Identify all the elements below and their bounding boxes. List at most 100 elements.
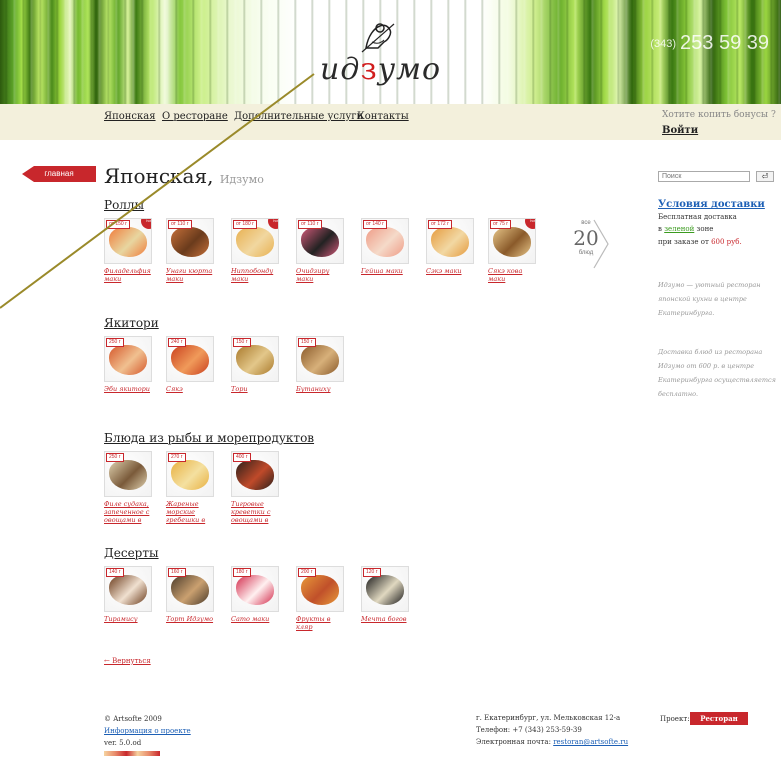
nav-bar: Японская О ресторане Дополнительные услу… xyxy=(0,104,781,140)
dish-photo[interactable]: от 140 г xyxy=(361,218,409,264)
dish-name-link[interactable]: Филе судака, запеченное с овощами в xyxy=(104,500,152,524)
dish-card[interactable]: 250 г Эби якитори xyxy=(104,336,152,393)
dish-name-link[interactable]: Жареные морские гребешки в xyxy=(166,500,214,524)
dish-card[interactable]: от 150 г hot Филадельфия маки xyxy=(104,218,152,283)
delivery-line-3: при заказе от 600 руб. xyxy=(658,238,742,246)
delivery-l2-pre: в xyxy=(658,225,662,233)
section-title[interactable]: Блюда из рыбы и морепродуктов xyxy=(104,431,318,445)
dish-card[interactable]: от 140 г Гейша маки xyxy=(361,218,409,275)
dish-weight: 140 г xyxy=(106,568,124,577)
green-zone-link[interactable]: зеленой xyxy=(664,225,694,233)
dish-name-link[interactable]: Тирамису xyxy=(104,615,152,623)
dish-food-image xyxy=(236,345,274,375)
dish-name-link[interactable]: Бутаниху xyxy=(296,385,344,393)
email-link[interactable]: restoran@artsofte.ru xyxy=(553,738,628,746)
dish-food-image xyxy=(301,227,339,257)
dish-weight: 160 г xyxy=(168,568,186,577)
dish-name-link[interactable]: Сэкэ маки xyxy=(426,267,474,275)
section-title[interactable]: Якитори xyxy=(104,316,163,330)
dish-card[interactable]: 120 г Мечта богов xyxy=(361,566,409,623)
dish-card[interactable]: 250 г Филе судака, запеченное с овощами в xyxy=(104,451,152,524)
back-link[interactable]: ← Вернуться xyxy=(104,657,151,665)
delivery-line-2: в зеленой зоне xyxy=(658,225,713,233)
dish-name-link[interactable]: Сато маки xyxy=(231,615,279,623)
dish-name-link[interactable]: Тори xyxy=(231,385,279,393)
dish-weight: 250 г xyxy=(106,338,124,347)
dish-photo[interactable]: 180 г xyxy=(231,566,279,612)
dish-weight: 120 г xyxy=(363,568,381,577)
section-title[interactable]: Роллы xyxy=(104,198,148,212)
nav-item-japanese[interactable]: Японская xyxy=(104,111,156,122)
search-button[interactable]: ⏎ xyxy=(756,171,774,182)
dish-photo[interactable]: 140 г xyxy=(104,566,152,612)
dish-photo[interactable]: от 180 г hot xyxy=(231,218,279,264)
dish-name-link[interactable]: Эби якитори xyxy=(104,385,152,393)
dish-food-image xyxy=(109,227,147,257)
project-info-link[interactable]: Информация о проекте xyxy=(104,725,191,737)
dish-photo[interactable]: 240 г xyxy=(166,336,214,382)
dish-card[interactable]: от 172 г Сэкэ маки xyxy=(426,218,474,275)
home-tab[interactable]: главная xyxy=(22,166,96,182)
dish-weight: 180 г xyxy=(233,568,251,577)
dish-photo[interactable]: от 75 г hot xyxy=(488,218,536,264)
dish-name-link[interactable]: Сякэ кова маки xyxy=(488,267,536,283)
dish-photo[interactable]: 150 г xyxy=(231,336,279,382)
dish-weight: от 140 г xyxy=(363,220,387,229)
dish-name-link[interactable]: Ниппобонду маки xyxy=(231,267,279,283)
dish-photo[interactable]: 270 г xyxy=(166,451,214,497)
dish-food-image xyxy=(171,575,209,605)
delivery-line-1: Бесплатная доставка xyxy=(658,213,737,221)
dish-weight: 270 г xyxy=(168,453,186,462)
section-title[interactable]: Десерты xyxy=(104,546,163,560)
dish-card[interactable]: от 75 г hot Сякэ кова маки xyxy=(488,218,536,283)
dish-card[interactable]: 150 г Бутаниху xyxy=(296,336,344,393)
delivery-title[interactable]: Условия доставки xyxy=(658,199,765,210)
dish-name-link[interactable]: Филадельфия маки xyxy=(104,267,152,283)
footer-color-bar xyxy=(104,751,160,756)
dish-card[interactable]: 140 г Тирамису xyxy=(104,566,152,623)
dish-photo[interactable]: от 172 г xyxy=(426,218,474,264)
dish-name-link[interactable]: Очидзиру маки xyxy=(296,267,344,283)
dish-card[interactable]: от 110 г Унаги кюрта маки xyxy=(166,218,214,283)
dish-card[interactable]: 180 г Сато маки xyxy=(231,566,279,623)
dish-food-image xyxy=(171,227,209,257)
chevron-right-icon[interactable] xyxy=(590,218,610,270)
dish-name-link[interactable]: Тигровые креветки с овощами в xyxy=(231,500,279,524)
dish-name-link[interactable]: Гейша маки xyxy=(361,267,409,275)
dish-food-image xyxy=(301,575,339,605)
dish-name-link[interactable]: Мечта богов xyxy=(361,615,409,623)
dish-photo[interactable]: 160 г xyxy=(166,566,214,612)
dish-photo[interactable]: от 110 г xyxy=(166,218,214,264)
dish-card[interactable]: 160 г Торт Идзумо xyxy=(166,566,214,623)
nav-item-about[interactable]: О ресторане xyxy=(162,111,228,122)
dish-photo[interactable]: 250 г xyxy=(104,451,152,497)
dish-photo[interactable]: 200 г xyxy=(296,566,344,612)
dish-card[interactable]: 150 г Тори xyxy=(231,336,279,393)
dish-card[interactable]: от 180 г hot Ниппобонду маки xyxy=(231,218,279,283)
dish-photo[interactable]: 120 г xyxy=(361,566,409,612)
dish-name-link[interactable]: Фрукты в кляр xyxy=(296,615,344,631)
dish-photo[interactable]: 150 г xyxy=(296,336,344,382)
dish-photo[interactable]: 250 г xyxy=(104,336,152,382)
project-badge[interactable]: Ресторан xyxy=(690,712,748,725)
dish-card[interactable]: 270 г Жареные морские гребешки в xyxy=(166,451,214,524)
dish-photo[interactable]: от 110 г xyxy=(296,218,344,264)
dish-weight: от 75 г xyxy=(490,220,512,229)
dish-name-link[interactable]: Торт Идзумо xyxy=(166,615,214,623)
page-title-text: Японская, xyxy=(104,164,214,188)
search-input[interactable] xyxy=(658,171,750,182)
dish-card[interactable]: 200 г Фрукты в кляр xyxy=(296,566,344,631)
dish-name-link[interactable]: Сякэ xyxy=(166,385,214,393)
dish-name-link[interactable]: Унаги кюрта маки xyxy=(166,267,214,283)
logo[interactable]: идзумо xyxy=(300,18,480,88)
dish-photo[interactable]: 400 г xyxy=(231,451,279,497)
dish-card[interactable]: 400 г Тигровые креветки с овощами в xyxy=(231,451,279,524)
nav-item-contacts[interactable]: Контакты xyxy=(357,111,409,122)
dish-card[interactable]: 240 г Сякэ xyxy=(166,336,214,393)
page-subtitle: Идзумо xyxy=(219,173,264,186)
nav-item-services[interactable]: Дополнительные услуги xyxy=(234,111,363,122)
dish-photo[interactable]: от 150 г hot xyxy=(104,218,152,264)
dish-food-image xyxy=(236,575,274,605)
dish-card[interactable]: от 110 г Очидзиру маки xyxy=(296,218,344,283)
login-link[interactable]: Войти xyxy=(662,125,698,136)
